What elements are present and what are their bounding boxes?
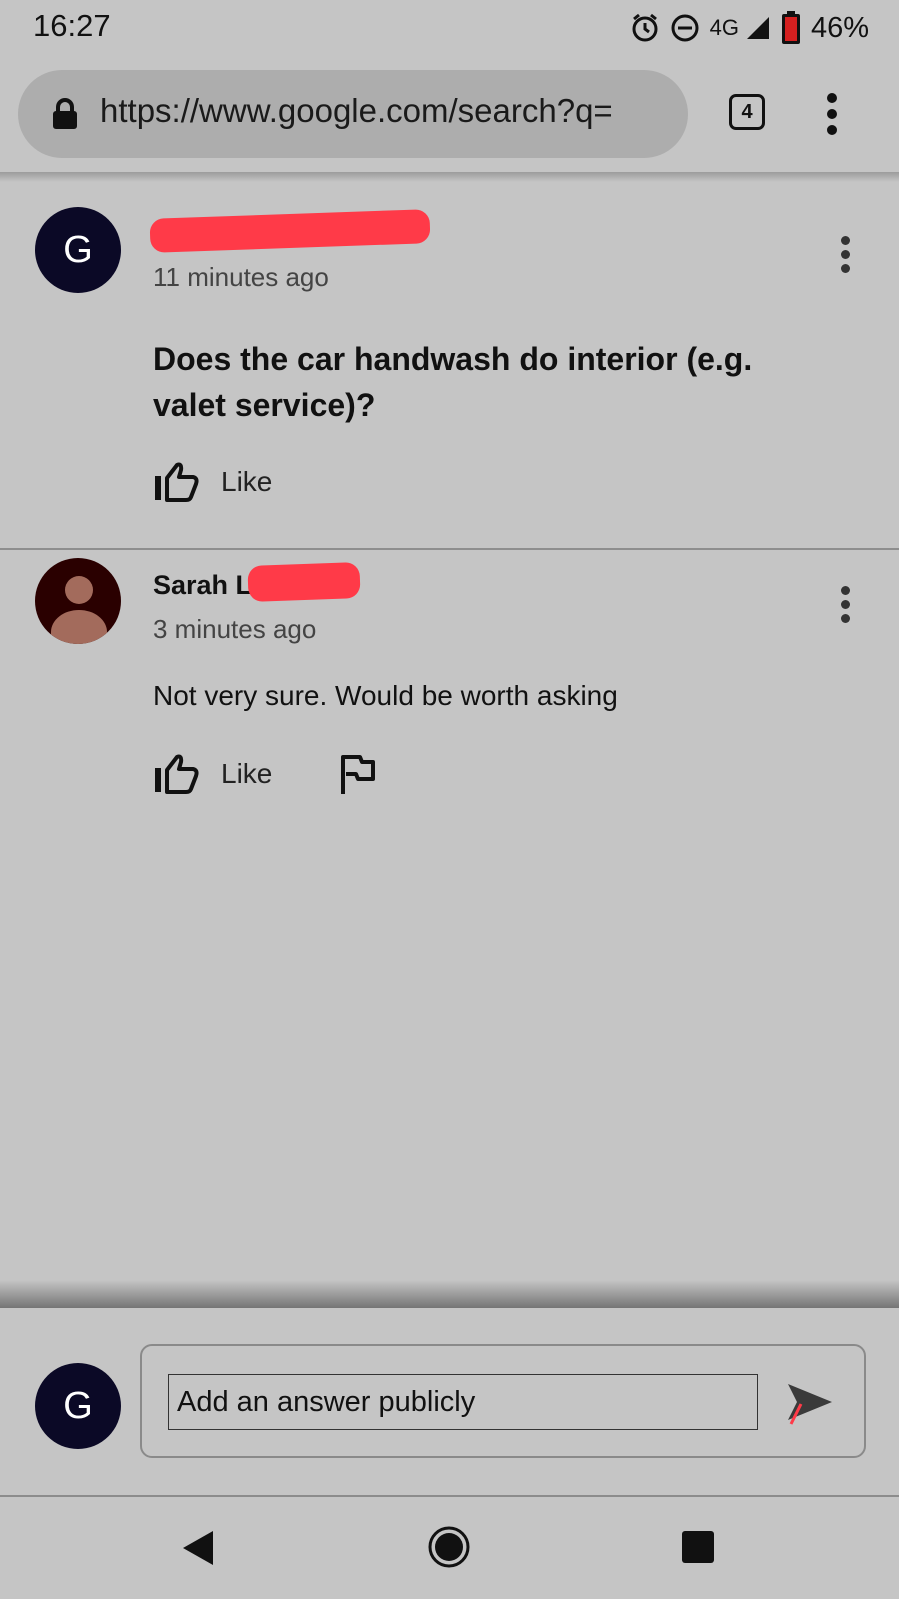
browser-toolbar: https://www.google.com/search?q= 4: [0, 56, 899, 174]
more-vert-icon[interactable]: [838, 236, 852, 276]
home-icon[interactable]: [427, 1525, 471, 1569]
back-icon[interactable]: [181, 1529, 215, 1567]
composer-shadow: [0, 1280, 899, 1310]
alarm-icon: [632, 13, 658, 42]
answer-text: Not very sure. Would be worth asking: [153, 680, 618, 711]
avatar: G: [35, 207, 121, 293]
status-icons: 4G 46%: [630, 8, 869, 48]
timestamp: 3 minutes ago: [153, 614, 317, 644]
battery-icon: [781, 11, 800, 44]
dnd-icon: [671, 14, 699, 42]
url-bar[interactable]: https://www.google.com/search?q=: [18, 70, 688, 158]
status-time: 16:27: [33, 8, 111, 43]
like-label: Like: [221, 466, 273, 497]
browser-menu-icon[interactable]: [822, 92, 842, 136]
more-vert-icon[interactable]: [838, 586, 852, 626]
like-label: Like: [221, 758, 273, 789]
avatar: G: [35, 1363, 121, 1449]
lock-icon: [53, 98, 77, 129]
status-bar: 16:27 4G 46%: [0, 0, 899, 56]
flag-icon[interactable]: [338, 752, 378, 796]
divider: [0, 548, 899, 550]
thumbs-up-icon: [155, 462, 199, 502]
avatar-body: [51, 610, 107, 644]
answer-composer: G: [0, 1308, 899, 1495]
signal-icon: [746, 17, 769, 39]
question-text: Does the car handwash do interior (e.g. …: [153, 341, 753, 423]
url-text[interactable]: https://www.google.com/search?q=: [100, 92, 675, 130]
answer-input[interactable]: [168, 1374, 758, 1430]
like-button[interactable]: Like: [153, 460, 272, 504]
author-name: Sarah L: [153, 570, 253, 600]
avatar: [35, 558, 121, 644]
network-label: 4G: [709, 15, 739, 40]
recents-icon[interactable]: [681, 1530, 715, 1564]
send-icon[interactable]: [785, 1380, 835, 1426]
toolbar-shadow: [0, 172, 899, 182]
author-redaction: [247, 562, 361, 602]
timestamp: 11 minutes ago: [153, 262, 329, 292]
battery-level: 46%: [810, 11, 869, 44]
system-nav-bar: [0, 1497, 899, 1599]
thumbs-up-icon: [155, 754, 199, 794]
tab-switcher-button[interactable]: 4: [729, 94, 765, 130]
avatar-head: [65, 576, 93, 604]
author-redaction: [149, 209, 431, 253]
like-button[interactable]: Like: [153, 752, 272, 796]
